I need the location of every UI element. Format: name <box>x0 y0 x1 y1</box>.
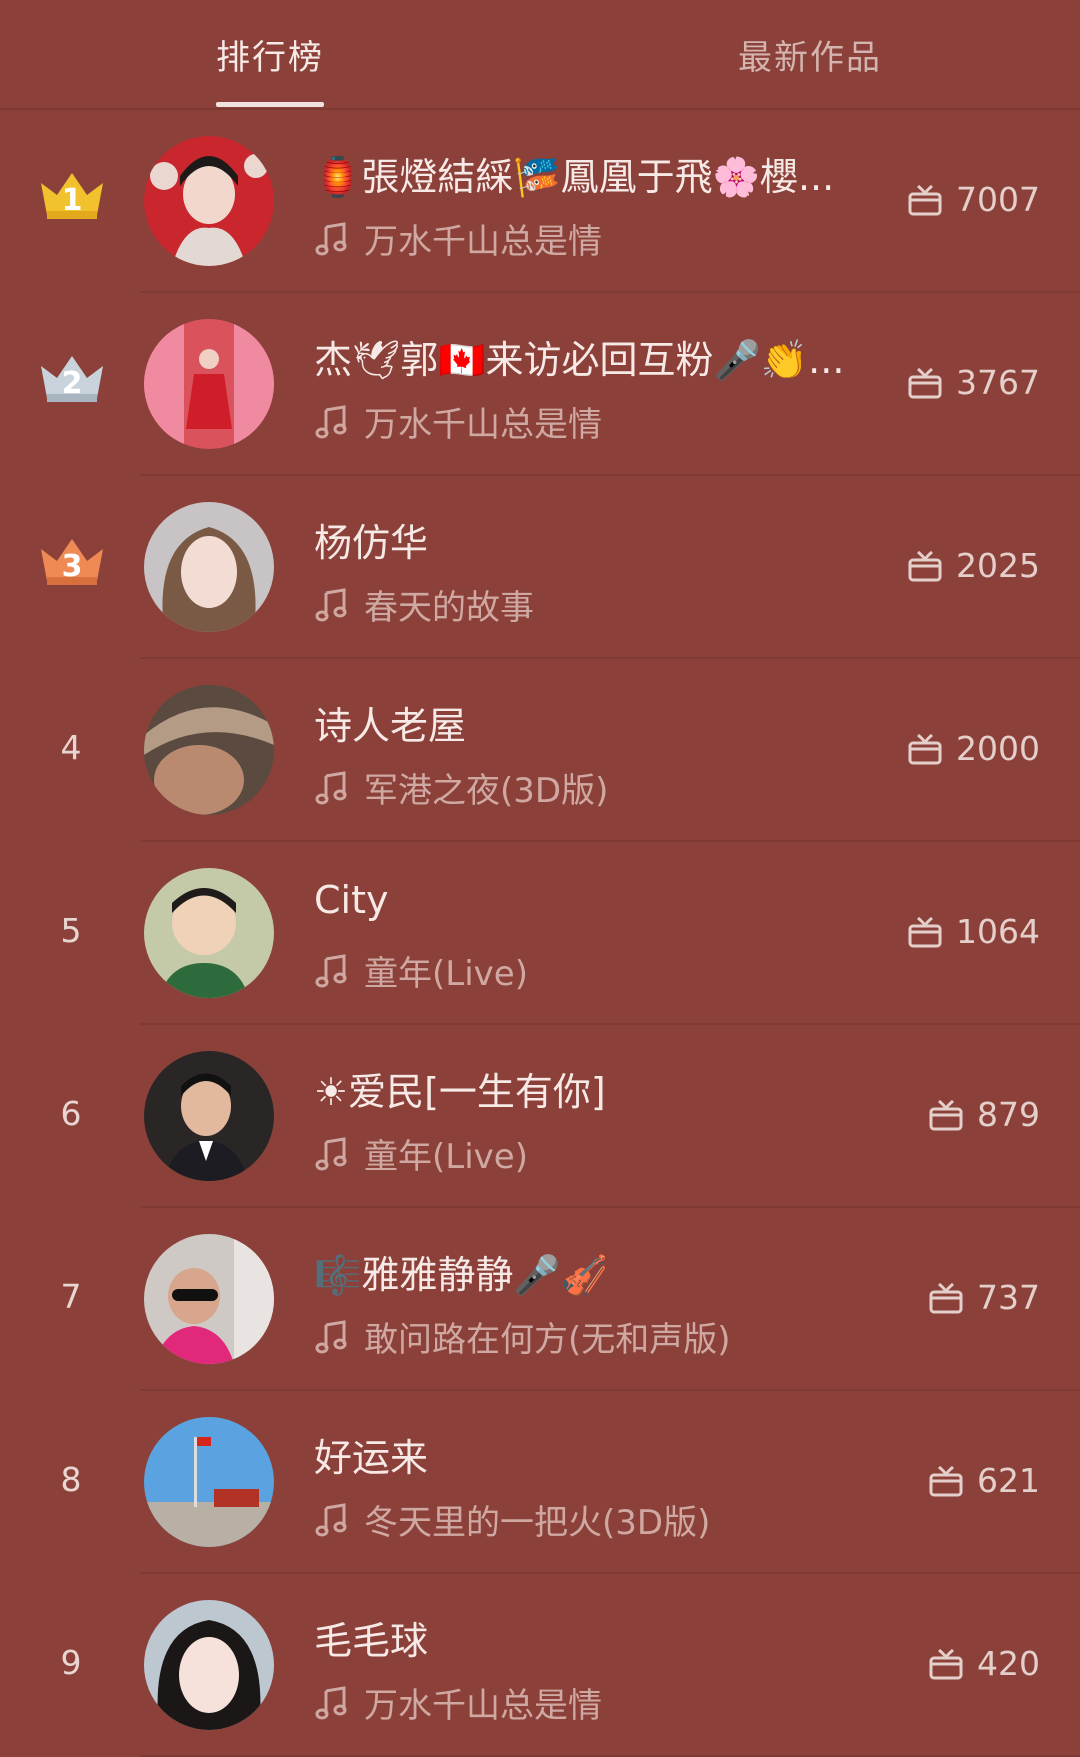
user-name[interactable]: 杰🕊郭🇨🇦来访必回互粉🎤👏... <box>314 329 894 384</box>
gift-count: 7007 <box>956 179 1040 219</box>
tab-ranking[interactable]: 排行榜 <box>205 28 335 88</box>
user-name[interactable]: ☀爱民[一生有你] <box>314 1061 894 1116</box>
gift-count-badge: 879 <box>927 1089 1040 1139</box>
crown-icon: 1 <box>37 165 107 223</box>
gift-icon <box>908 916 942 948</box>
avatar[interactable] <box>144 319 274 449</box>
gift-count: 1064 <box>956 911 1040 951</box>
avatar[interactable] <box>144 868 274 998</box>
rank-number: 5 <box>60 910 82 950</box>
gift-count: 879 <box>977 1094 1040 1134</box>
music-note-icon <box>315 1319 347 1353</box>
list-item[interactable]: 6 ☀爱民[一生有你] 童年(Live) 879 <box>0 1025 1080 1208</box>
list-item[interactable]: 1 🏮張燈結綵🎏鳳凰于飛🌸櫻... 万水千山总是情 7007 <box>0 110 1080 293</box>
list-item[interactable]: 5 City 童年(Live) 1064 <box>0 842 1080 1025</box>
song-title: 万水千山总是情 <box>364 222 602 262</box>
gift-icon <box>929 1282 963 1314</box>
gift-icon <box>929 1648 963 1680</box>
list-item[interactable]: 7 🎼雅雅静静🎤🎻 敢问路在何方(无和声版) 737 <box>0 1208 1080 1391</box>
list-item[interactable]: 2 杰🕊郭🇨🇦来访必回互粉🎤👏... 万水千山总是情 3767 <box>0 293 1080 476</box>
rank-number: 4 <box>60 727 82 767</box>
song-line: 童年(Live) <box>314 1129 894 1178</box>
song-title: 冬天里的一把火(3D版) <box>364 1503 711 1543</box>
gift-icon <box>929 1465 963 1497</box>
song-line: 万水千山总是情 <box>314 397 894 446</box>
music-note-icon <box>315 1502 347 1536</box>
gift-count: 621 <box>977 1460 1040 1500</box>
gift-count-badge: 420 <box>927 1638 1040 1688</box>
gift-icon <box>908 367 942 399</box>
song-title: 万水千山总是情 <box>364 405 602 445</box>
avatar[interactable] <box>144 685 274 815</box>
gift-count-badge: 1064 <box>906 906 1040 956</box>
user-name[interactable]: 🏮張燈結綵🎏鳳凰于飛🌸櫻... <box>314 146 894 201</box>
gift-count: 2000 <box>956 728 1040 768</box>
ranking-list: 1 🏮張燈結綵🎏鳳凰于飛🌸櫻... 万水千山总是情 7007 2 杰🕊郭🇨🇦来访… <box>0 110 1080 1757</box>
rank-number: 8 <box>60 1459 82 1499</box>
rank-number: 1 <box>61 183 83 218</box>
gift-count-badge: 2000 <box>906 723 1040 773</box>
rank-number: 2 <box>61 366 83 401</box>
gift-count: 3767 <box>956 362 1040 402</box>
tab-latest[interactable]: 最新作品 <box>730 28 890 88</box>
active-tab-indicator <box>216 102 324 107</box>
song-title: 春天的故事 <box>364 588 534 628</box>
song-line: 万水千山总是情 <box>314 1678 894 1727</box>
song-title: 军港之夜(3D版) <box>364 771 609 811</box>
rank-number: 9 <box>60 1642 82 1682</box>
list-item[interactable]: 9 毛毛球 万水千山总是情 420 <box>0 1574 1080 1757</box>
avatar[interactable] <box>144 1417 274 1547</box>
song-line: 春天的故事 <box>314 580 894 629</box>
crown-icon: 2 <box>37 348 107 406</box>
avatar[interactable] <box>144 1600 274 1730</box>
list-item[interactable]: 3 杨仿华 春天的故事 2025 <box>0 476 1080 659</box>
avatar[interactable] <box>144 1234 274 1364</box>
gift-icon <box>908 184 942 216</box>
music-note-icon <box>315 770 347 804</box>
avatar[interactable] <box>144 502 274 632</box>
gift-icon <box>908 550 942 582</box>
gift-count-badge: 621 <box>927 1455 1040 1505</box>
rank-number: 7 <box>60 1276 82 1316</box>
music-note-icon <box>315 1685 347 1719</box>
gift-count: 2025 <box>956 545 1040 585</box>
user-name[interactable]: 杨仿华 <box>314 512 894 567</box>
user-name[interactable]: 🎼雅雅静静🎤🎻 <box>314 1244 894 1299</box>
crown-icon: 3 <box>37 531 107 589</box>
song-line: 冬天里的一把火(3D版) <box>314 1495 894 1544</box>
song-title: 敢问路在何方(无和声版) <box>364 1320 731 1360</box>
song-line: 敢问路在何方(无和声版) <box>314 1312 894 1361</box>
song-title: 童年(Live) <box>364 954 528 994</box>
music-note-icon <box>315 587 347 621</box>
tab-bar: 排行榜 最新作品 <box>0 0 1080 110</box>
song-line: 军港之夜(3D版) <box>314 763 894 812</box>
avatar[interactable] <box>144 1051 274 1181</box>
gift-count-badge: 3767 <box>906 357 1040 407</box>
music-note-icon <box>315 1136 347 1170</box>
gift-icon <box>929 1099 963 1131</box>
rank-number: 6 <box>60 1093 82 1133</box>
gift-count: 737 <box>977 1277 1040 1317</box>
gift-count: 420 <box>977 1643 1040 1683</box>
song-line: 童年(Live) <box>314 946 894 995</box>
music-note-icon <box>315 221 347 255</box>
music-note-icon <box>315 404 347 438</box>
user-name[interactable]: City <box>314 878 894 922</box>
list-item[interactable]: 4 诗人老屋 军港之夜(3D版) 2000 <box>0 659 1080 842</box>
rank-number: 3 <box>61 549 83 584</box>
gift-count-badge: 2025 <box>906 540 1040 590</box>
user-name[interactable]: 诗人老屋 <box>314 695 894 750</box>
user-name[interactable]: 好运来 <box>314 1427 894 1482</box>
gift-count-badge: 737 <box>927 1272 1040 1322</box>
music-note-icon <box>315 953 347 987</box>
song-title: 万水千山总是情 <box>364 1686 602 1726</box>
avatar[interactable] <box>144 136 274 266</box>
gift-icon <box>908 733 942 765</box>
list-item[interactable]: 8 好运来 冬天里的一把火(3D版) 621 <box>0 1391 1080 1574</box>
gift-count-badge: 7007 <box>906 174 1040 224</box>
song-title: 童年(Live) <box>364 1137 528 1177</box>
user-name[interactable]: 毛毛球 <box>314 1610 894 1665</box>
song-line: 万水千山总是情 <box>314 214 894 263</box>
